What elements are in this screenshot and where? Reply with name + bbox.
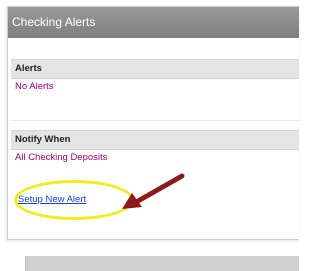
section-divider	[11, 120, 299, 121]
alerts-status-text: No Alerts	[15, 81, 54, 92]
notify-when-section-heading: Notify When	[11, 130, 299, 150]
setup-new-alert-link[interactable]: Setup New Alert	[18, 194, 86, 205]
checking-alerts-panel: Checking Alerts Alerts No Alerts Notify …	[7, 6, 299, 240]
notify-when-value: All Checking Deposits	[15, 152, 108, 163]
alerts-section-heading: Alerts	[11, 59, 299, 79]
panel-title: Checking Alerts	[8, 7, 299, 38]
bottom-panel-edge	[25, 256, 299, 271]
pointer-arrow-icon	[122, 173, 185, 209]
